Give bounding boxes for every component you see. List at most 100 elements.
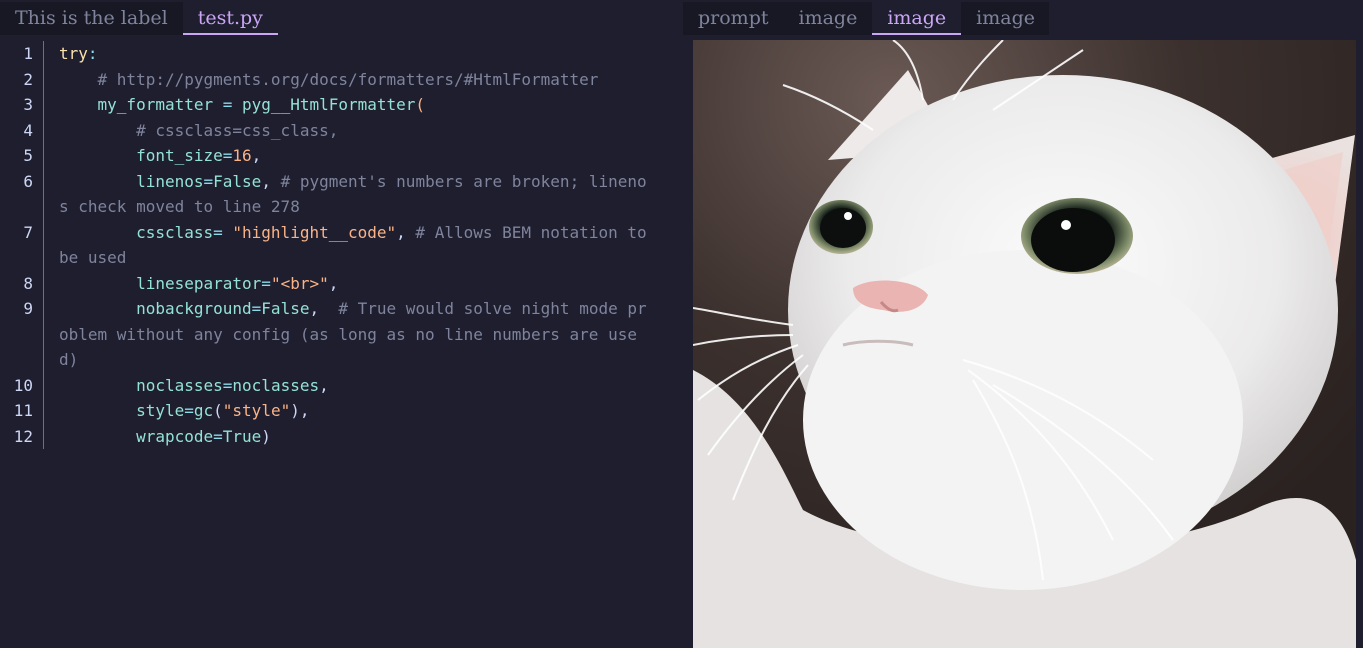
code-line: 5 font_size=16, <box>0 143 683 169</box>
line-number: 7 <box>0 219 44 271</box>
comment: # http://pygments.org/docs/formatters/#H… <box>97 69 599 89</box>
punctuation: ), <box>290 401 310 420</box>
code-line: 2 # http://pygments.org/docs/formatters/… <box>0 66 683 93</box>
code-text: linenos=False, # pygment's numbers are b… <box>44 169 651 220</box>
line-number: 6 <box>0 168 44 220</box>
line-number: 10 <box>0 372 44 398</box>
punctuation: , <box>319 375 329 395</box>
tab-image-2[interactable]: image <box>872 2 962 35</box>
preview-tab-bar: prompt image image image <box>683 2 1049 35</box>
code-line: 1 try: <box>0 41 683 67</box>
identifier: my_formatter <box>97 95 214 114</box>
editor-tab-bar: This is the label test.py <box>0 2 279 35</box>
operator: = <box>203 171 214 191</box>
operator: = <box>213 426 223 446</box>
identifier: nobackground <box>136 299 252 318</box>
punctuation: , <box>396 222 416 242</box>
constant: False <box>213 171 262 191</box>
code-line: 3 my_formatter = pyg__HtmlFormatter( <box>0 92 683 118</box>
code-text: nobackground=False, # True would solve n… <box>44 296 651 373</box>
cat-photo-illustration <box>693 40 1356 648</box>
code-line: 12 wrapcode=True) <box>0 423 683 450</box>
identifier: lineseparator <box>136 273 262 293</box>
code-text: lineseparator="<br>", <box>44 271 651 297</box>
code-text: font_size=16, <box>44 143 651 169</box>
punctuation: ) <box>261 426 271 446</box>
comment: # cssclass=css_class, <box>136 120 339 140</box>
code-text: try: <box>44 41 651 67</box>
punctuation: , <box>251 146 262 165</box>
constant: True <box>222 426 262 446</box>
code-text: wrapcode=True) <box>44 424 651 450</box>
code-line: 8 lineseparator="<br>", <box>0 270 683 297</box>
code-text: my_formatter = pyg__HtmlFormatter( <box>44 92 651 118</box>
identifier: linenos <box>136 171 204 191</box>
function-call: gc <box>193 401 214 420</box>
line-number: 1 <box>0 41 44 67</box>
number: 16 <box>232 146 252 165</box>
line-number: 3 <box>0 92 44 118</box>
code-editor-pane: This is the label test.py 1 try: 2 # htt… <box>0 0 683 648</box>
operator: = <box>261 273 271 293</box>
tab-image-3[interactable]: image <box>961 2 1050 35</box>
operator: = <box>251 299 262 318</box>
code-line: 11 style=gc("style"), <box>0 398 683 424</box>
string: "<br>" <box>270 273 329 293</box>
line-number: 5 <box>0 143 44 169</box>
paren: ( <box>213 401 223 420</box>
tab-test-py[interactable]: test.py <box>182 2 279 35</box>
tab-label[interactable]: This is the label <box>0 2 183 35</box>
identifier: font_size <box>136 146 223 165</box>
code-line: 9 nobackground=False, # True would solve… <box>0 296 683 373</box>
code-text: # http://pygments.org/docs/formatters/#H… <box>44 67 651 93</box>
identifier: wrapcode <box>136 426 214 446</box>
punctuation: , <box>309 299 339 318</box>
operator: = <box>213 222 233 242</box>
code-line: 7 cssclass= "highlight__code", # Allows … <box>0 219 683 271</box>
code-view[interactable]: 1 try: 2 # http://pygments.org/docs/form… <box>0 41 683 449</box>
punctuation: , <box>261 171 281 191</box>
string: "style" <box>222 401 291 420</box>
preview-pane: prompt image image image <box>683 0 1363 648</box>
operator: = <box>222 375 233 395</box>
operator: = <box>184 401 194 420</box>
code-line: 4 # cssclass=css_class, <box>0 117 683 144</box>
constant: False <box>261 299 310 318</box>
line-number: 9 <box>0 296 44 373</box>
code-text: style=gc("style"), <box>44 398 651 424</box>
operator: : <box>87 44 98 63</box>
line-number: 8 <box>0 270 44 296</box>
identifier: noclasses <box>136 375 223 395</box>
function-call: pyg__HtmlFormatter <box>242 95 416 114</box>
code-text: # cssclass=css_class, <box>44 118 651 144</box>
code-line: 10 noclasses=noclasses, <box>0 372 683 399</box>
punctuation: , <box>328 273 339 293</box>
code-line: 6 linenos=False, # pygment's numbers are… <box>0 168 683 220</box>
line-number: 4 <box>0 117 44 143</box>
operator: = <box>222 146 233 165</box>
tab-prompt[interactable]: prompt <box>683 2 784 35</box>
paren: ( <box>415 95 426 114</box>
tab-image-1[interactable]: image <box>784 2 873 35</box>
identifier: noclasses <box>232 375 320 395</box>
string: "highlight__code" <box>232 222 397 242</box>
line-number: 2 <box>0 66 44 92</box>
keyword: try <box>59 44 88 63</box>
identifier: cssclass <box>136 222 214 242</box>
line-number: 11 <box>0 398 44 424</box>
identifier: style <box>136 401 185 420</box>
code-text: noclasses=noclasses, <box>44 373 651 399</box>
operator: = <box>213 95 243 114</box>
line-number: 12 <box>0 423 44 449</box>
